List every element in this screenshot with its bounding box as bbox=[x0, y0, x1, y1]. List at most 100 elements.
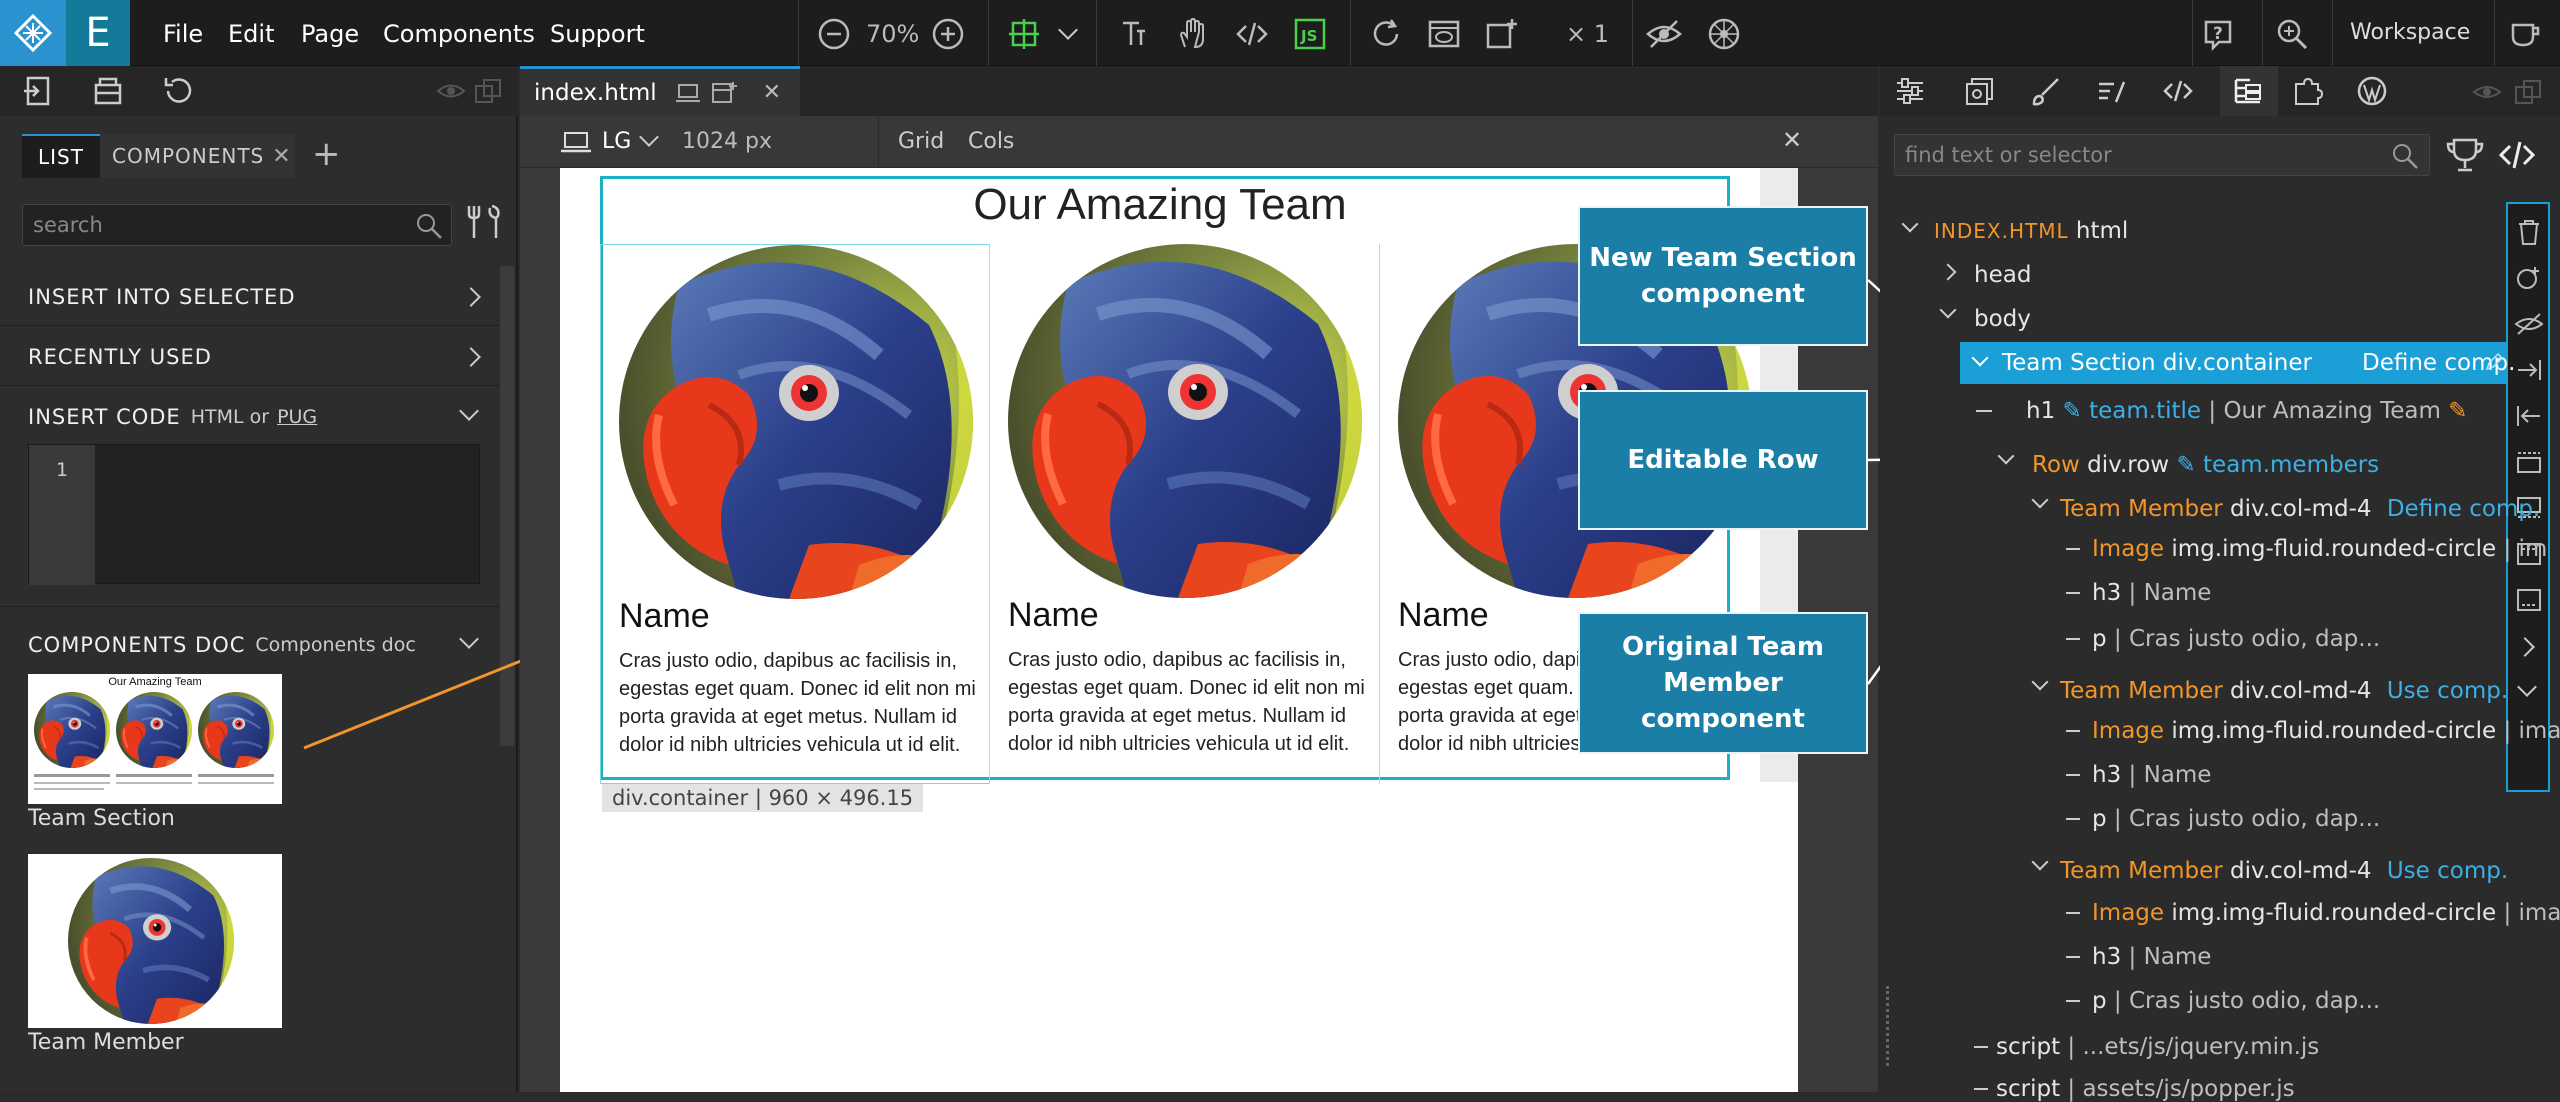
layout-mode-icon[interactable] bbox=[1004, 14, 1044, 54]
insert-into-selected[interactable]: INSERT INTO SELECTED bbox=[0, 268, 500, 326]
history-icon[interactable] bbox=[162, 75, 194, 111]
close-icon[interactable]: ✕ bbox=[763, 80, 781, 105]
search-zoom-icon[interactable] bbox=[2272, 14, 2312, 54]
team-member-column[interactable]: Name Cras justo odio, dapibus ac facilis… bbox=[990, 244, 1380, 784]
chevron-right-icon[interactable] bbox=[2515, 637, 2535, 657]
chevron-down-icon[interactable] bbox=[2031, 491, 2049, 509]
chevron-down-icon[interactable] bbox=[639, 127, 659, 147]
insert-code[interactable]: INSERT CODE HTML or PUG bbox=[0, 388, 500, 446]
hand-icon[interactable] bbox=[1172, 14, 1212, 54]
grid-toggle[interactable]: Grid bbox=[898, 129, 944, 154]
search-input[interactable]: search bbox=[22, 204, 452, 246]
tree-node-team-member[interactable]: Team Member div.col-md-4 Define comp. bbox=[2060, 496, 2540, 522]
tree-node-team-section[interactable]: Team Section div.container Define comp. bbox=[1960, 342, 2515, 384]
tree-node-image[interactable]: Image img.img-fluid.rounded-circle | ima… bbox=[2092, 718, 2560, 744]
tree-node-script[interactable]: script | ...ets/js/jquery.min.js bbox=[1996, 1034, 2319, 1060]
trophy-icon[interactable] bbox=[2446, 136, 2484, 174]
eye-icon[interactable] bbox=[436, 78, 466, 108]
tab-index-html[interactable]: index.html ✕ bbox=[520, 66, 800, 116]
menu-edit[interactable]: Edit bbox=[228, 20, 274, 48]
settings-wheel-icon[interactable] bbox=[1704, 14, 1744, 54]
use-comp-link[interactable]: Use comp. bbox=[2387, 858, 2508, 884]
recently-used[interactable]: RECENTLY USED bbox=[0, 328, 500, 386]
tree-node-image[interactable]: Image img.img-fluid.rounded-circle | ima… bbox=[2092, 900, 2560, 926]
eye-icon[interactable] bbox=[2472, 80, 2502, 104]
use-comp-link[interactable]: Use comp. bbox=[2387, 678, 2508, 704]
chevron-down-icon[interactable] bbox=[2031, 673, 2049, 691]
chevron-down-icon[interactable] bbox=[2517, 677, 2537, 697]
tree-node-p[interactable]: p | Cras justo odio, dap... bbox=[2092, 988, 2380, 1014]
append-icon[interactable] bbox=[2516, 586, 2542, 614]
edit-pencil-icon[interactable] bbox=[2484, 352, 2504, 372]
tree-node-script[interactable]: script | assets/js/popper.js bbox=[1996, 1076, 2295, 1102]
tree-node-h3[interactable]: h3 | Name bbox=[2092, 580, 2211, 606]
tools-icon[interactable] bbox=[466, 202, 504, 246]
resize-handle[interactable] bbox=[1886, 986, 1890, 1066]
hide-eye-icon[interactable] bbox=[1644, 14, 1684, 54]
code-icon[interactable] bbox=[1232, 14, 1272, 54]
zoom-out-icon[interactable] bbox=[814, 14, 854, 54]
chevron-down-icon[interactable] bbox=[2031, 853, 2049, 871]
device-size[interactable]: LG bbox=[602, 129, 631, 154]
chevron-down-icon[interactable] bbox=[1971, 349, 1989, 367]
insert-before-icon[interactable] bbox=[2516, 448, 2542, 476]
chevron-down-icon[interactable] bbox=[1901, 215, 1919, 233]
menu-support[interactable]: Support bbox=[550, 20, 645, 48]
zoom-in-icon[interactable] bbox=[928, 14, 968, 54]
tree-node-html[interactable]: INDEX.HTML html bbox=[1934, 218, 2128, 244]
chevron-down-icon[interactable] bbox=[1997, 447, 2015, 465]
tab-components[interactable]: COMPONENTS ✕ bbox=[100, 134, 294, 178]
wordpress-icon[interactable] bbox=[2356, 76, 2388, 106]
code-icon[interactable] bbox=[2162, 76, 2194, 106]
team-section-thumbnail[interactable]: Our Amazing Team bbox=[28, 674, 282, 804]
team-member-column[interactable]: Name Cras justo odio, dapibus ac facilis… bbox=[600, 244, 990, 784]
detach-panel-icon[interactable] bbox=[474, 78, 502, 108]
tree-node-image[interactable]: Image img.img-fluid.rounded-circle | im bbox=[2092, 536, 2547, 562]
component-icon[interactable] bbox=[1964, 76, 1996, 106]
cols-toggle[interactable]: Cols bbox=[968, 129, 1014, 154]
pug-link[interactable]: PUG bbox=[277, 406, 317, 428]
new-window-icon[interactable] bbox=[711, 80, 737, 106]
tree-node-body[interactable]: body bbox=[1974, 306, 2031, 332]
tree-node-h3[interactable]: h3 | Name bbox=[2092, 944, 2211, 970]
trash-icon[interactable] bbox=[2516, 218, 2542, 246]
refresh-icon[interactable] bbox=[1366, 14, 1406, 54]
tree-node-row[interactable]: Row div.row ✎ team.members bbox=[2032, 452, 2379, 478]
help-icon[interactable]: ? bbox=[2198, 14, 2238, 54]
page-structure-icon[interactable] bbox=[22, 75, 54, 111]
chevron-down-icon[interactable] bbox=[1048, 14, 1088, 54]
menu-page[interactable]: Page bbox=[301, 20, 359, 48]
puzzle-icon[interactable] bbox=[2292, 76, 2324, 106]
pinegrow-logo-icon[interactable] bbox=[0, 0, 66, 66]
javascript-icon[interactable]: JS bbox=[1290, 14, 1330, 54]
tree-tab-active[interactable] bbox=[2220, 66, 2278, 116]
cup-icon[interactable] bbox=[2506, 14, 2546, 54]
chevron-down-icon[interactable] bbox=[1939, 301, 1957, 319]
laptop-icon[interactable] bbox=[675, 82, 701, 104]
tree-node-team-member[interactable]: Team Member div.col-md-4 Use comp. bbox=[2060, 678, 2508, 704]
tree-node-h3[interactable]: h3 | Name bbox=[2092, 762, 2211, 788]
close-icon[interactable]: ✕ bbox=[272, 144, 291, 169]
brush-icon[interactable] bbox=[2030, 76, 2062, 106]
brush-icon[interactable]: ✎ bbox=[2448, 398, 2467, 424]
hide-eye-icon[interactable] bbox=[2514, 310, 2544, 338]
tree-node-p[interactable]: p | Cras justo odio, dap... bbox=[2092, 806, 2380, 832]
team-member-thumbnail[interactable] bbox=[28, 854, 282, 1028]
duplicate-icon[interactable] bbox=[2516, 264, 2542, 292]
chevron-right-icon[interactable] bbox=[1939, 263, 1957, 281]
laptop-icon[interactable] bbox=[560, 130, 592, 154]
define-comp-link[interactable]: Define comp. bbox=[2387, 496, 2540, 522]
workspace-button[interactable]: Workspace bbox=[2350, 20, 2470, 45]
close-icon[interactable]: ✕ bbox=[1782, 126, 1802, 154]
tree-node-head[interactable]: head bbox=[1974, 262, 2031, 288]
tree-node-p[interactable]: p | Cras justo odio, dap... bbox=[2092, 626, 2380, 652]
text-edit-icon[interactable] bbox=[1114, 14, 1154, 54]
multiplier-label[interactable]: × 1 bbox=[1566, 20, 1609, 48]
menu-file[interactable]: File bbox=[163, 20, 203, 48]
detach-panel-icon[interactable] bbox=[2514, 79, 2542, 105]
tree-node-h1[interactable]: h1 ✎ team.title | Our Amazing Team ✎ bbox=[2026, 398, 2467, 424]
add-tab-icon[interactable]: + bbox=[312, 134, 341, 174]
code-view-icon[interactable] bbox=[2498, 138, 2536, 172]
move-right-icon[interactable] bbox=[2516, 356, 2542, 384]
library-icon[interactable] bbox=[92, 75, 124, 111]
